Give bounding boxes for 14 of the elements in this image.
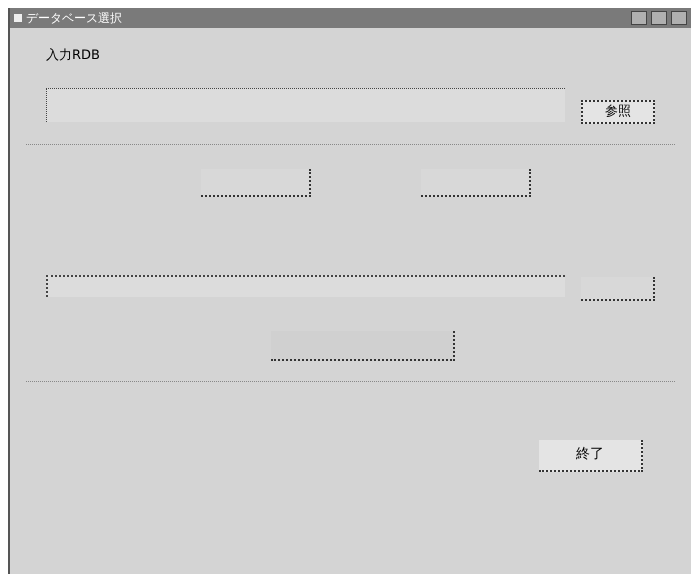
window-icon bbox=[14, 14, 22, 22]
browse-button[interactable] bbox=[581, 276, 655, 300]
maximize-button[interactable] bbox=[651, 11, 667, 25]
close-button[interactable] bbox=[671, 11, 687, 25]
browse-button[interactable]: 参照 bbox=[581, 100, 655, 124]
minimize-button[interactable] bbox=[631, 11, 647, 25]
action-button[interactable] bbox=[271, 330, 455, 360]
exit-button[interactable]: 終了 bbox=[539, 440, 643, 472]
input-field[interactable] bbox=[46, 88, 566, 122]
input-field[interactable] bbox=[46, 274, 566, 296]
window-title: データベース選択 bbox=[26, 10, 122, 27]
field-label: 入力RDB bbox=[46, 47, 101, 65]
action-button[interactable] bbox=[421, 168, 531, 196]
action-button[interactable] bbox=[201, 168, 311, 196]
